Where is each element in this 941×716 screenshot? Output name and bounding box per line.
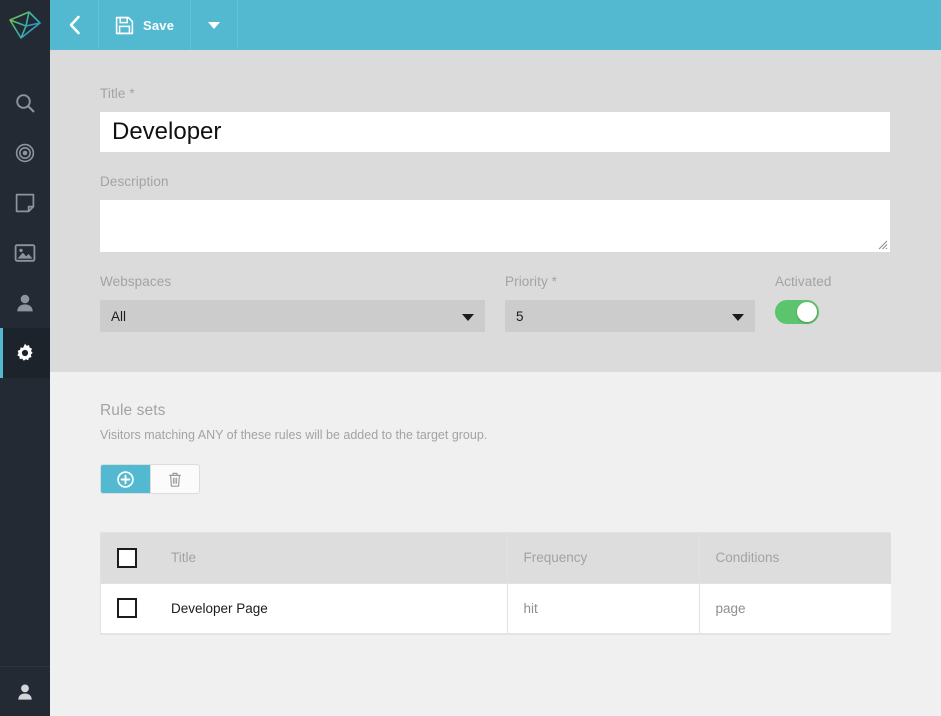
sidebar-item-contacts[interactable] [0, 278, 50, 328]
description-input-wrap [100, 200, 890, 252]
table-row[interactable]: Developer Page hit page [101, 583, 891, 633]
row-select-cell [101, 583, 155, 633]
app-logo[interactable] [0, 0, 50, 50]
form-section-general: Title * Description Webspaces All [50, 50, 941, 372]
delete-rule-button[interactable] [150, 465, 199, 493]
active-indicator [0, 328, 3, 378]
select-all-checkbox[interactable] [117, 548, 137, 568]
description-label: Description [100, 174, 915, 189]
rulesets-title: Rule sets [100, 402, 915, 420]
chevron-down-icon [732, 314, 744, 321]
field-description: Description [100, 174, 915, 252]
cell-frequency: hit [507, 583, 699, 633]
floppy-disk-icon [115, 16, 134, 35]
add-rule-button[interactable] [101, 465, 150, 493]
main-content: Save Title * Description [50, 0, 941, 716]
rulesets-description: Visitors matching ANY of these rules wil… [100, 428, 915, 442]
back-button[interactable] [50, 0, 99, 50]
person-icon [14, 292, 36, 314]
header-conditions[interactable]: Conditions [699, 533, 891, 583]
table-header-row: Title Frequency Conditions [101, 533, 891, 583]
activated-toggle[interactable] [775, 300, 819, 324]
save-button[interactable]: Save [99, 0, 191, 50]
sidebar-item-media[interactable] [0, 228, 50, 278]
rulesets-toolbar [100, 464, 200, 494]
toggle-knob [797, 302, 817, 322]
priority-select[interactable]: 5 [505, 300, 755, 332]
gear-icon [14, 342, 36, 364]
rules-table-body: Developer Page hit page [101, 583, 891, 633]
webspaces-label: Webspaces [100, 274, 485, 289]
rules-table-head: Title Frequency Conditions [101, 533, 891, 583]
priority-value: 5 [516, 309, 524, 324]
title-input[interactable] [100, 112, 890, 152]
trash-icon [167, 471, 183, 488]
header-frequency[interactable]: Frequency [507, 533, 699, 583]
priority-label: Priority * [505, 274, 755, 289]
toolbar-spacer [238, 0, 941, 50]
cell-title: Developer Page [155, 583, 507, 633]
toolbar: Save [50, 0, 941, 50]
description-input[interactable] [100, 200, 890, 252]
sidebar-item-user-account[interactable] [0, 666, 50, 716]
chevron-left-icon [67, 14, 82, 36]
webspaces-value: All [111, 309, 126, 324]
cell-conditions: page [699, 583, 891, 633]
sidebar-nav [0, 78, 50, 378]
field-activated: Activated [775, 274, 915, 324]
field-title: Title * [100, 86, 915, 152]
chevron-down-icon [462, 314, 474, 321]
header-title[interactable]: Title [155, 533, 507, 583]
sidebar [0, 0, 50, 716]
field-row-options: Webspaces All Priority * 5 Activated [100, 274, 915, 332]
sidebar-item-settings[interactable] [0, 328, 50, 378]
title-label: Title * [100, 86, 915, 101]
image-icon [14, 243, 36, 263]
webspaces-select[interactable]: All [100, 300, 485, 332]
field-priority: Priority * 5 [505, 274, 755, 332]
rules-table-wrap: Title Frequency Conditions Developer Pag… [100, 532, 890, 635]
sidebar-item-analytics[interactable] [0, 128, 50, 178]
select-all-header [101, 533, 155, 583]
save-label: Save [143, 18, 174, 33]
form-section-rulesets: Rule sets Visitors matching ANY of these… [50, 372, 941, 716]
plus-circle-icon [117, 471, 134, 488]
page-icon [14, 192, 36, 214]
app-root: Save Title * Description [0, 0, 941, 716]
sidebar-item-search[interactable] [0, 78, 50, 128]
sidebar-item-pages[interactable] [0, 178, 50, 228]
save-dropdown-button[interactable] [191, 0, 238, 50]
search-icon [14, 92, 36, 114]
person-icon [15, 682, 35, 702]
rules-table: Title Frequency Conditions Developer Pag… [101, 533, 891, 634]
sulu-logo-icon [7, 9, 43, 41]
row-checkbox[interactable] [117, 598, 137, 618]
target-icon [14, 142, 36, 164]
field-webspaces: Webspaces All [100, 274, 485, 332]
activated-label: Activated [775, 274, 915, 289]
chevron-down-icon [208, 22, 220, 29]
